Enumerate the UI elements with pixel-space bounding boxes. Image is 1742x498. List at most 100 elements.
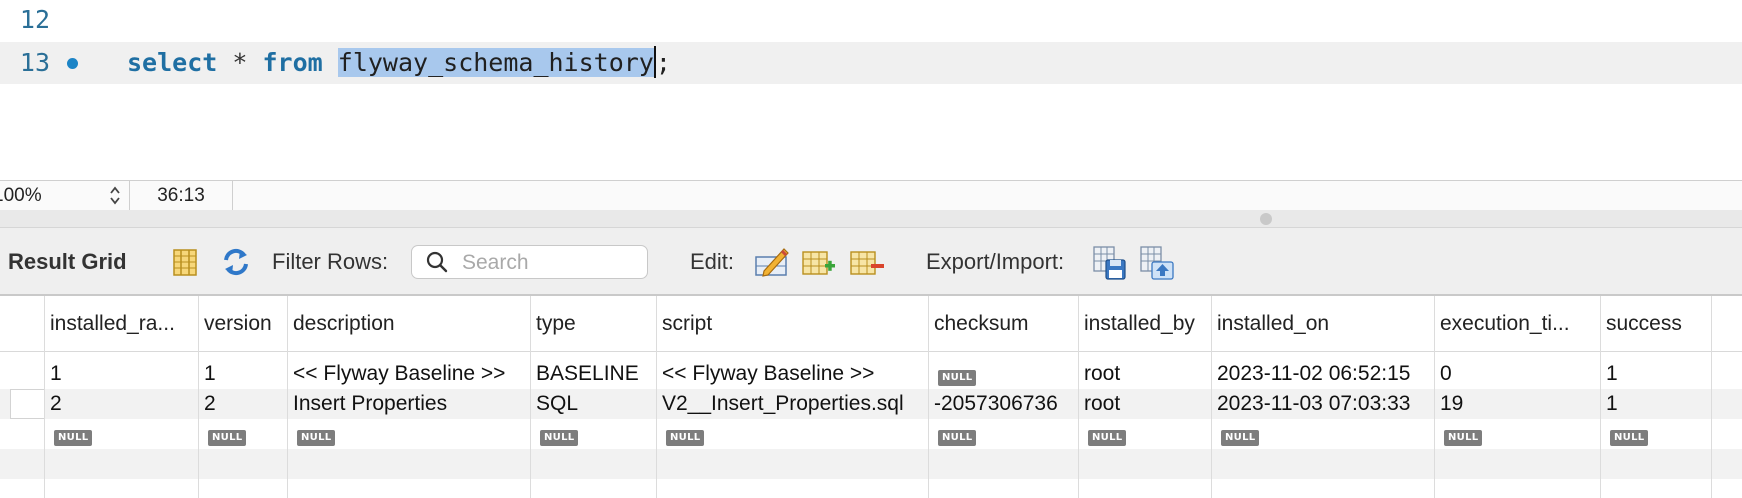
table-cell[interactable]: 0: [1435, 359, 1598, 389]
null-badge: NULL: [208, 430, 247, 446]
column-header[interactable]: type: [531, 310, 654, 338]
statement-marker-icon: [67, 58, 78, 69]
table-cell[interactable]: 2: [199, 389, 285, 419]
stepper-arrows-icon[interactable]: [109, 185, 121, 206]
table-cell[interactable]: NULL: [1079, 419, 1209, 449]
table-cell[interactable]: << Flyway Baseline >>: [657, 359, 926, 389]
column-divider[interactable]: [530, 296, 531, 498]
table-cell[interactable]: -2057306736: [929, 389, 1076, 419]
null-badge: NULL: [938, 430, 977, 446]
table-cell[interactable]: 2023-11-02 06:52:15: [1212, 359, 1432, 389]
pane-splitter[interactable]: [0, 210, 1742, 228]
form-view-icon[interactable]: [168, 245, 202, 279]
table-cell[interactable]: 1: [1601, 389, 1711, 419]
table-cell[interactable]: NULL: [929, 419, 1076, 449]
editor-status-bar: 100% 36:13: [0, 180, 1742, 210]
table-cell[interactable]: 2: [45, 389, 197, 419]
table-cell[interactable]: NULL: [657, 419, 926, 449]
filter-rows-label: Filter Rows:: [272, 249, 389, 274]
null-badge: NULL: [297, 430, 336, 446]
table-cell[interactable]: << Flyway Baseline >>: [288, 359, 528, 389]
grid-header: installed_ra... version description type scr…: [0, 296, 1742, 352]
column-divider[interactable]: [1600, 296, 1601, 498]
column-divider[interactable]: [656, 296, 657, 498]
table-cell[interactable]: NULL: [1601, 419, 1711, 449]
zoom-value: 100%: [0, 185, 42, 206]
column-header[interactable]: execution_ti...: [1435, 310, 1598, 338]
column-divider[interactable]: [44, 296, 45, 498]
column-divider[interactable]: [198, 296, 199, 498]
column-divider[interactable]: [1711, 296, 1712, 498]
column-header[interactable]: version: [199, 310, 285, 338]
column-header[interactable]: script: [657, 310, 926, 338]
table-cell[interactable]: NULL: [1212, 419, 1432, 449]
keyword-select: select: [127, 48, 218, 77]
filter-search-box[interactable]: [411, 245, 648, 279]
table-cell[interactable]: BASELINE: [531, 359, 654, 389]
column-divider[interactable]: [928, 296, 929, 498]
result-grid-title: Result Grid: [8, 249, 127, 274]
null-badge: NULL: [1610, 430, 1649, 446]
code-line[interactable]: 12: [0, 0, 1742, 42]
table-cell[interactable]: 1: [1601, 359, 1711, 389]
table-cell[interactable]: NULL: [929, 359, 1076, 389]
column-header[interactable]: installed_by: [1079, 310, 1209, 338]
result-toolbar: Result Grid Filter Rows: Edit:: [0, 228, 1742, 296]
column-header[interactable]: success: [1601, 310, 1711, 338]
import-icon[interactable]: [1139, 245, 1174, 280]
star-operator: *: [232, 48, 248, 77]
table-cell[interactable]: 1: [199, 359, 285, 389]
table-cell[interactable]: NULL: [288, 419, 528, 449]
table-cell[interactable]: root: [1079, 359, 1209, 389]
column-divider[interactable]: [1434, 296, 1435, 498]
null-badge: NULL: [1088, 430, 1127, 446]
null-badge: NULL: [54, 430, 93, 446]
row-selector[interactable]: [10, 389, 44, 419]
result-grid[interactable]: 1 1 << Flyway Baseline >> BASELINE << Flyway…: [0, 296, 1742, 498]
line-number: 12: [19, 5, 50, 34]
table-cell[interactable]: NULL: [1435, 419, 1598, 449]
table-cell[interactable]: NULL: [531, 419, 654, 449]
null-badge: NULL: [540, 430, 579, 446]
sql-statement[interactable]: select * from flyway_schema_history;: [127, 42, 671, 84]
splitter-handle-icon[interactable]: [1260, 213, 1272, 225]
table-cell[interactable]: V2__Insert_Properties.sql: [657, 389, 926, 419]
zoom-selector[interactable]: 100%: [0, 181, 130, 210]
code-line-current[interactable]: 13 select * from flyway_schema_history;: [0, 42, 1742, 84]
export-icon[interactable]: [1092, 245, 1126, 280]
table-cell[interactable]: Insert Properties: [288, 389, 528, 419]
table-cell[interactable]: 2023-11-03 07:03:33: [1212, 389, 1432, 419]
null-badge: NULL: [1221, 430, 1260, 446]
column-divider[interactable]: [1078, 296, 1079, 498]
table-row[interactable]: 2 2 Insert Properties SQL V2__Insert_Propert…: [0, 389, 1742, 419]
column-header[interactable]: installed_on: [1212, 310, 1432, 338]
search-icon: [426, 251, 448, 273]
column-header[interactable]: installed_ra...: [45, 310, 197, 338]
table-cell[interactable]: SQL: [531, 389, 654, 419]
column-divider[interactable]: [1211, 296, 1212, 498]
refresh-icon[interactable]: [219, 245, 253, 279]
filter-search-input[interactable]: [462, 249, 642, 276]
null-badge: NULL: [1444, 430, 1483, 446]
edit-cell-icon[interactable]: [754, 245, 789, 279]
cursor-position: 36:13: [130, 181, 233, 210]
sql-editor[interactable]: 12 13 select * from flyway_schema_histor…: [0, 0, 1742, 180]
empty-row[interactable]: [0, 449, 1742, 479]
export-import-label: Export/Import:: [926, 249, 1065, 274]
delete-row-icon[interactable]: [849, 245, 884, 279]
column-header[interactable]: checksum: [929, 310, 1076, 338]
null-badge: NULL: [938, 370, 977, 386]
edit-label: Edit:: [690, 249, 735, 274]
table-row[interactable]: NULL NULL NULL NULL NULL NULL NULL NULL NULL NULL: [0, 419, 1742, 449]
selected-table-name: flyway_schema_history: [337, 48, 654, 77]
table-row[interactable]: 1 1 << Flyway Baseline >> BASELINE << Flyway…: [0, 359, 1742, 389]
add-row-icon[interactable]: [801, 245, 835, 279]
table-cell[interactable]: root: [1079, 389, 1209, 419]
null-badge: NULL: [666, 430, 705, 446]
table-cell[interactable]: 1: [45, 359, 197, 389]
column-divider[interactable]: [287, 296, 288, 498]
table-cell[interactable]: NULL: [45, 419, 197, 449]
table-cell[interactable]: NULL: [199, 419, 285, 449]
column-header[interactable]: description: [288, 310, 528, 338]
table-cell[interactable]: 19: [1435, 389, 1598, 419]
